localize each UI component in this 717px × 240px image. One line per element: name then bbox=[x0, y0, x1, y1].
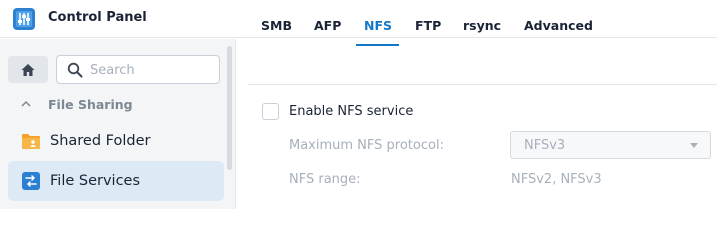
search-box[interactable] bbox=[56, 55, 220, 84]
sidebar: File Sharing Shared Folder File Services bbox=[0, 39, 236, 209]
window-title: Control Panel bbox=[48, 10, 147, 25]
tab-smb[interactable]: SMB bbox=[261, 18, 292, 33]
search-input[interactable] bbox=[90, 60, 215, 80]
tab-bar bbox=[248, 39, 717, 85]
caret-down-icon bbox=[690, 143, 698, 148]
tab-rsync[interactable]: rsync bbox=[463, 18, 501, 33]
max-protocol-value: NFSv3 bbox=[524, 138, 566, 153]
max-protocol-label: Maximum NFS protocol: bbox=[289, 138, 444, 153]
section-file-sharing[interactable]: File Sharing bbox=[20, 94, 133, 114]
tab-ftp[interactable]: FTP bbox=[415, 18, 441, 33]
active-tab-indicator bbox=[356, 44, 399, 46]
sidebar-item-label: File Services bbox=[50, 173, 141, 189]
tab-nfs[interactable]: NFS bbox=[364, 18, 392, 33]
home-icon bbox=[21, 63, 35, 76]
control-panel-icon bbox=[13, 8, 35, 30]
tab-advanced[interactable]: Advanced bbox=[524, 18, 593, 33]
shared-folder-icon bbox=[22, 134, 40, 149]
section-label: File Sharing bbox=[48, 96, 133, 112]
nfs-range-label: NFS range: bbox=[289, 172, 361, 187]
enable-nfs-checkbox[interactable] bbox=[262, 103, 279, 120]
enable-nfs-label[interactable]: Enable NFS service bbox=[289, 104, 413, 119]
sidebar-scrollbar[interactable] bbox=[227, 46, 232, 170]
sidebar-item-file-services[interactable]: File Services bbox=[8, 161, 224, 201]
nfs-range-value: NFSv2, NFSv3 bbox=[511, 172, 602, 187]
sidebar-item-label: Shared Folder bbox=[50, 133, 151, 149]
chevron-up-icon bbox=[21, 100, 31, 107]
title-bar: Control Panel bbox=[0, 0, 717, 38]
home-button[interactable] bbox=[8, 56, 48, 83]
max-protocol-select[interactable]: NFSv3 bbox=[510, 131, 711, 159]
search-icon bbox=[67, 62, 83, 78]
tab-afp[interactable]: AFP bbox=[314, 18, 341, 33]
file-services-icon bbox=[22, 172, 40, 190]
sidebar-item-shared-folder[interactable]: Shared Folder bbox=[8, 121, 224, 161]
